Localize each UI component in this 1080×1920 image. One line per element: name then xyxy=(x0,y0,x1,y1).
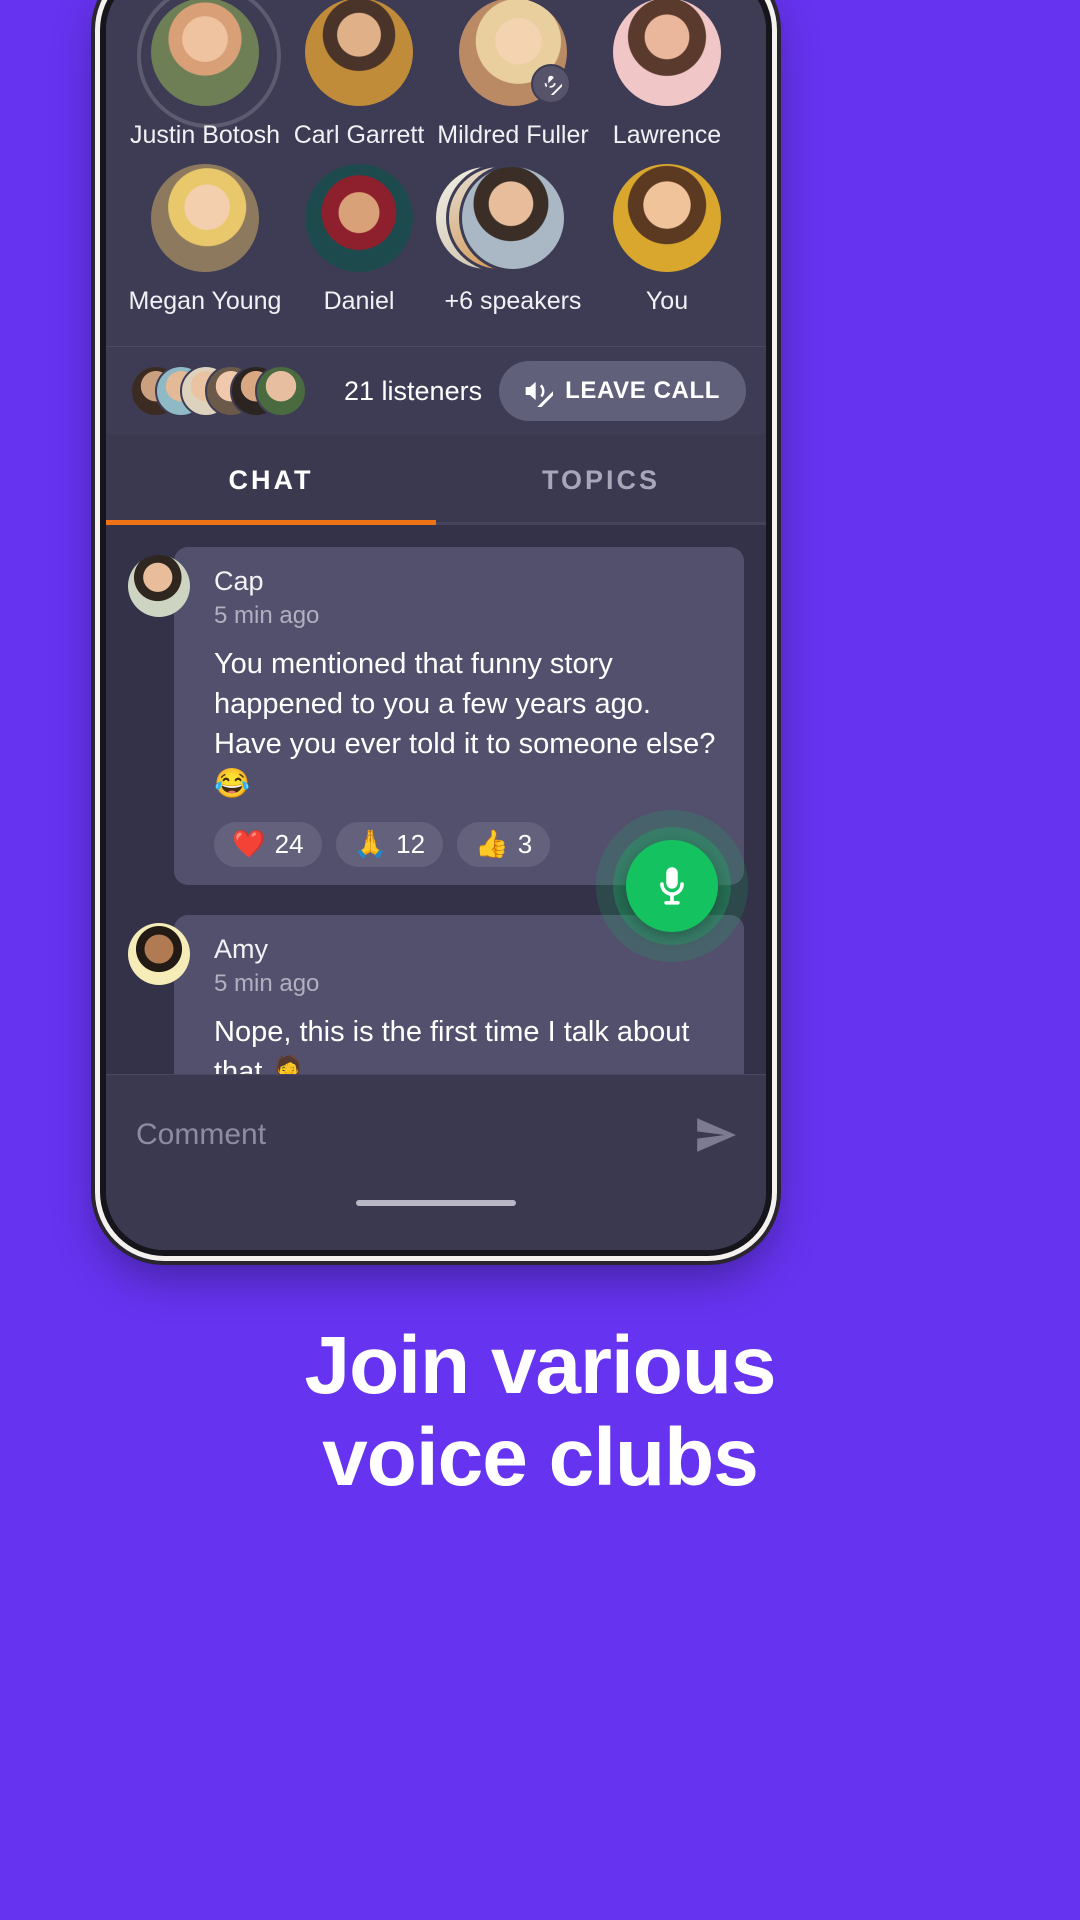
speaker-name: Mildred Fuller xyxy=(437,121,589,149)
message-author: Cap xyxy=(214,566,264,596)
speaker-name: +6 speakers xyxy=(444,287,582,315)
message-text: You mentioned that funny story happened … xyxy=(214,648,716,800)
listener-avatar xyxy=(255,365,307,417)
microphone-fab-core xyxy=(626,840,718,932)
page-headline: Join various voice clubs xyxy=(0,1320,1080,1504)
reaction-count: 12 xyxy=(396,829,426,859)
avatar-ring xyxy=(613,0,721,106)
avatar-stack xyxy=(433,164,567,272)
avatar-ring-active xyxy=(137,0,281,128)
leave-call-button[interactable]: LEAVE CALL xyxy=(499,361,746,421)
praying-hands-icon: 🙏 xyxy=(353,829,388,859)
avatar xyxy=(305,0,413,106)
chat-tabs: CHAT TOPICS xyxy=(106,435,766,525)
message-text: Nope, this is the first time I talk abou… xyxy=(214,1016,690,1074)
tab-chat[interactable]: CHAT xyxy=(106,435,436,522)
listeners-count-label: 21 listeners xyxy=(344,375,483,406)
microphone-fab-glow xyxy=(613,827,731,945)
microphone-icon xyxy=(660,867,684,905)
speakers-grid: Justin Botosh Carl Garrett Mildred Fulle… xyxy=(106,0,766,346)
avatar-ring xyxy=(459,0,571,106)
microphone-fab[interactable] xyxy=(596,810,748,962)
speaker-mildred-fuller[interactable]: Mildred Fuller xyxy=(436,0,590,164)
avatar xyxy=(128,555,190,617)
listener-avatar-stack[interactable] xyxy=(130,365,330,417)
speaker-name: Carl Garrett xyxy=(293,121,425,149)
speaker-name: Megan Young xyxy=(128,287,282,315)
avatar xyxy=(613,164,721,272)
heart-icon: ❤️ xyxy=(232,829,266,859)
speakers-row-1: Justin Botosh Carl Garrett Mildred Fulle… xyxy=(128,0,744,164)
reaction-count: 24 xyxy=(274,829,304,859)
avatar-ring xyxy=(305,0,413,106)
avatar xyxy=(305,164,413,272)
comment-bar: Comment xyxy=(106,1074,766,1194)
avatar xyxy=(459,164,567,272)
reaction-chip[interactable]: 👍 3 xyxy=(457,822,551,867)
home-indicator xyxy=(356,1200,516,1206)
message-timestamp: 5 min ago xyxy=(214,602,320,629)
tab-topics[interactable]: TOPICS xyxy=(436,435,766,522)
phone-frame: Justin Botosh Carl Garrett Mildred Fulle… xyxy=(100,0,772,1256)
speaker-muted-icon xyxy=(525,381,554,407)
microphone-muted-icon xyxy=(544,75,562,95)
listeners-bar: 21 listeners LEAVE CALL xyxy=(106,346,766,435)
speaker-you[interactable]: You xyxy=(590,164,744,330)
speaker-megan-young[interactable]: Megan Young xyxy=(128,164,282,330)
headline-line-2: voice clubs xyxy=(322,1412,759,1503)
send-icon[interactable] xyxy=(692,1111,740,1159)
avatar xyxy=(613,0,721,106)
speaker-justin-botosh[interactable]: Justin Botosh xyxy=(128,0,282,164)
mute-badge xyxy=(531,64,571,104)
avatar xyxy=(128,923,190,985)
thumbs-up-icon: 👍 xyxy=(475,829,509,859)
message-timestamp: 5 min ago xyxy=(214,970,320,997)
comment-input[interactable]: Comment xyxy=(136,1118,676,1152)
speaker-lawrence[interactable]: Lawrence xyxy=(590,0,744,164)
reaction-chip[interactable]: 🙏 12 xyxy=(335,822,444,867)
speaker-more-speakers[interactable]: +6 speakers xyxy=(433,164,590,330)
avatar xyxy=(151,164,259,272)
reaction-count: 3 xyxy=(517,829,533,859)
speaker-name: Daniel xyxy=(323,287,395,315)
speaker-name: Lawrence xyxy=(612,121,722,149)
leave-call-label: LEAVE CALL xyxy=(565,377,720,404)
avatar-ring xyxy=(305,164,413,272)
avatar xyxy=(151,0,259,106)
app-screen: Justin Botosh Carl Garrett Mildred Fulle… xyxy=(106,0,766,1250)
speaker-carl-garrett[interactable]: Carl Garrett xyxy=(282,0,436,164)
speakers-row-2: Megan Young Daniel +6 speakers You xyxy=(128,164,744,330)
home-indicator-area xyxy=(106,1194,766,1250)
speaker-name: You xyxy=(645,287,689,315)
speaker-daniel[interactable]: Daniel xyxy=(282,164,436,330)
reaction-chip[interactable]: ❤️ 24 xyxy=(214,822,322,867)
chat-message-list[interactable]: Cap 5 min ago You mentioned that funny s… xyxy=(106,525,766,1074)
avatar-ring xyxy=(151,164,259,272)
headline-line-1: Join various xyxy=(304,1320,776,1411)
avatar-ring xyxy=(613,164,721,272)
